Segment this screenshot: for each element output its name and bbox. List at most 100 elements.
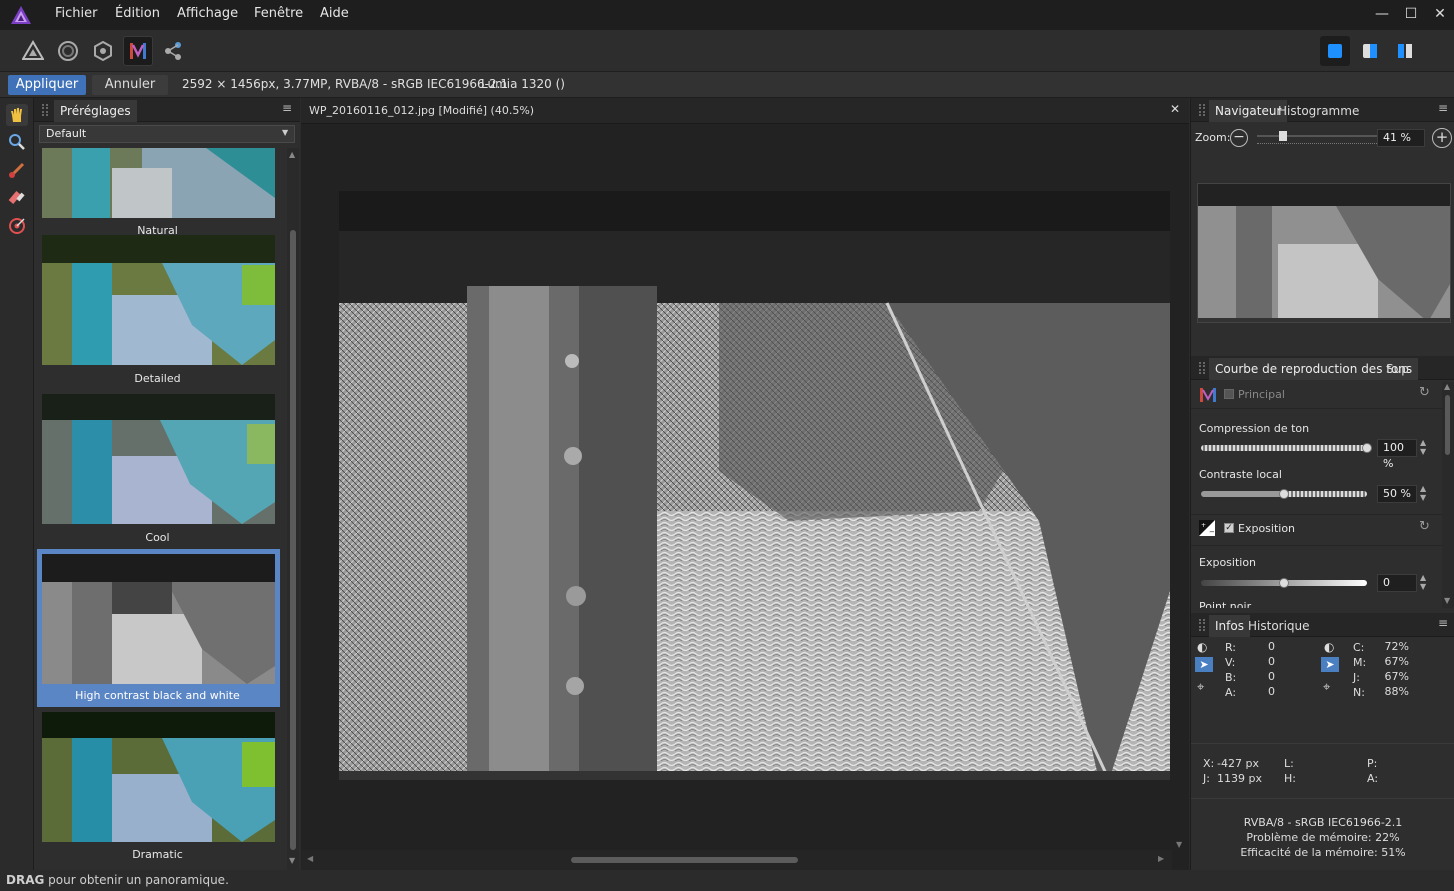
scroll-thumb[interactable] — [1445, 395, 1450, 455]
status-bar: DRAG pour obtenir un panoramique. — [0, 870, 1454, 891]
view-mode-mirror-icon[interactable] — [1390, 36, 1420, 66]
liquify-persona-icon[interactable] — [53, 36, 83, 66]
panel-grip-icon[interactable] — [1199, 362, 1205, 374]
zoom-out-button[interactable]: − — [1230, 129, 1248, 147]
export-persona-icon[interactable] — [158, 36, 188, 66]
exposure-value-field[interactable]: 0 — [1377, 574, 1417, 592]
canvas-hscrollbar[interactable]: ◀ ▶ — [301, 850, 1172, 870]
menu-aide[interactable]: Aide — [320, 6, 349, 21]
menu-edition[interactable]: Édition — [115, 6, 160, 21]
scroll-up-icon[interactable]: ▲ — [289, 150, 295, 159]
preset-item[interactable]: Detailed — [34, 235, 287, 393]
zoom-value-field[interactable]: 41 % — [1377, 129, 1425, 147]
status-text: pour obtenir un panoramique. — [44, 873, 229, 887]
camera-model: Lumia 1320 () — [481, 77, 565, 91]
color-mode-icon[interactable]: ◐ — [1197, 640, 1207, 654]
preset-item-selected[interactable]: High contrast black and white — [37, 549, 280, 707]
scroll-up-icon[interactable]: ▲ — [1444, 382, 1450, 391]
exposure-label: Exposition — [1199, 556, 1257, 569]
scroll-left-icon[interactable]: ◀ — [307, 854, 313, 863]
preset-item[interactable]: Dramatic — [34, 712, 287, 870]
preset-category-select[interactable]: Default ▼ — [39, 125, 295, 143]
panel-grip-icon[interactable] — [1199, 104, 1205, 116]
h-scroll-thumb[interactable] — [571, 857, 798, 863]
scroll-right-icon[interactable]: ▶ — [1158, 854, 1164, 863]
cmyk-label: J: — [1353, 671, 1360, 684]
preset-category-value: Default — [46, 127, 87, 140]
menu-fenetre[interactable]: Fenêtre — [254, 6, 303, 21]
principal-checkbox[interactable] — [1224, 389, 1234, 399]
tab-history[interactable]: Historique — [1242, 615, 1316, 637]
menu-affichage[interactable]: Affichage — [177, 6, 238, 21]
brush-tool-icon[interactable] — [6, 159, 28, 181]
develop-persona-icon[interactable] — [88, 36, 118, 66]
tone-panel-scrollbar[interactable]: ▲ ▼ — [1442, 382, 1454, 608]
minimize-button[interactable]: — — [1368, 4, 1396, 24]
zoom-slider-thumb[interactable] — [1279, 131, 1287, 141]
tone-mapping-persona-icon[interactable] — [123, 36, 153, 66]
compression-stepper-icon[interactable]: ▲ ▼ — [1420, 438, 1426, 456]
apply-button[interactable]: Appliquer — [8, 75, 86, 95]
crosshair-icon[interactable]: ⌖ — [1323, 680, 1330, 695]
contrast-value-field[interactable]: 50 % — [1377, 485, 1417, 503]
tab-presets[interactable]: Préréglages — [54, 100, 137, 122]
contrast-stepper-icon[interactable]: ▲ ▼ — [1420, 484, 1426, 502]
preset-item[interactable]: Natural — [34, 148, 287, 244]
canvas-vscrollbar[interactable]: ▼ — [1172, 124, 1189, 850]
cmyk-label: N: — [1353, 686, 1365, 699]
scroll-thumb[interactable] — [290, 230, 296, 850]
reset-icon[interactable]: ↻ — [1419, 519, 1430, 534]
document-tab[interactable]: WP_20160116_012.jpg [Modifié] (40.5%) ✕ — [301, 98, 1189, 124]
canvas-image[interactable] — [339, 191, 1170, 780]
eraser-tool-icon[interactable] — [6, 187, 28, 209]
close-window-button[interactable]: ✕ — [1426, 4, 1454, 24]
preset-label: Detailed — [134, 372, 181, 385]
compression-slider[interactable] — [1201, 443, 1372, 453]
menu-bar: Fichier Édition Affichage Fenêtre Aide —… — [0, 0, 1454, 30]
panel-menu-icon[interactable]: ≡ — [282, 101, 292, 115]
target-tool-icon[interactable] — [6, 215, 28, 237]
scroll-down-icon[interactable]: ▼ — [289, 856, 295, 865]
rgb-readout: R: 0 V: 0 B: 0 A: 0 — [1225, 640, 1285, 700]
navigator-preview[interactable] — [1197, 183, 1451, 323]
svg-text:−: − — [1209, 528, 1215, 536]
preset-item[interactable]: Cool — [34, 394, 287, 552]
zoom-slider[interactable] — [1257, 131, 1377, 141]
scroll-down-icon[interactable]: ▼ — [1444, 596, 1450, 605]
tab-histogram[interactable]: Histogramme — [1272, 100, 1365, 122]
panel-menu-icon[interactable]: ≡ — [1438, 616, 1448, 630]
view-mode-single-icon[interactable] — [1320, 36, 1350, 66]
menu-fichier[interactable]: Fichier — [55, 6, 98, 21]
preset-scrollbar[interactable]: ▲ ▼ — [287, 148, 299, 870]
view-mode-split-icon[interactable] — [1355, 36, 1385, 66]
compression-value-field[interactable]: 100 % — [1377, 439, 1417, 470]
scroll-down-icon[interactable]: ▼ — [1176, 840, 1182, 849]
tab-sup[interactable]: Sup — [1380, 358, 1415, 380]
zoom-tool-icon[interactable] — [6, 131, 28, 153]
panel-menu-icon[interactable]: ≡ — [1438, 101, 1448, 115]
contrast-slider[interactable] — [1201, 489, 1367, 499]
right-panels: Navigateur Histogramme ≡ Zoom: − 41 % + … — [1190, 98, 1454, 870]
close-document-icon[interactable]: ✕ — [1170, 102, 1180, 116]
compression-slider-thumb[interactable] — [1362, 443, 1372, 453]
memory-pressure-text: Problème de mémoire: 22% — [1246, 831, 1400, 844]
color-mode-icon[interactable]: ◐ — [1324, 640, 1334, 654]
exposure-stepper-icon[interactable]: ▲ ▼ — [1420, 573, 1426, 591]
crosshair-icon[interactable]: ⌖ — [1197, 680, 1204, 695]
cancel-button[interactable]: Annuler — [92, 75, 168, 95]
zoom-in-button[interactable]: + — [1432, 128, 1452, 148]
pointer-source-icon[interactable]: ➤ — [1195, 657, 1213, 672]
photo-persona-icon[interactable] — [18, 36, 48, 66]
exposure-checkbox[interactable]: ✓ — [1224, 523, 1234, 533]
exposure-slider[interactable] — [1201, 578, 1367, 588]
contrast-slider-thumb[interactable] — [1279, 489, 1289, 499]
pointer-source-icon[interactable]: ➤ — [1321, 657, 1339, 672]
exposure-slider-thumb[interactable] — [1279, 578, 1289, 588]
panel-grip-icon[interactable] — [42, 104, 48, 116]
hand-tool-icon[interactable] — [6, 104, 28, 126]
zoom-ticks — [1257, 143, 1377, 146]
tone-panel-header: Courbe de reproduction des tons Sup — [1191, 356, 1454, 380]
maximize-button[interactable]: ☐ — [1397, 4, 1425, 24]
panel-grip-icon[interactable] — [1199, 619, 1205, 631]
reset-icon[interactable]: ↻ — [1419, 385, 1430, 400]
